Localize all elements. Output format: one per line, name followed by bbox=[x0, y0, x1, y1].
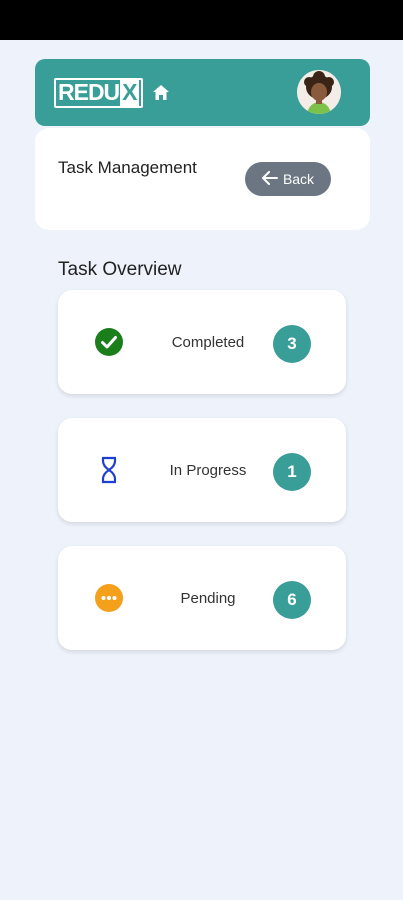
count-badge: 1 bbox=[273, 453, 311, 491]
task-label: Pending bbox=[180, 590, 236, 607]
hourglass-icon bbox=[95, 456, 123, 484]
app-header: REDU X bbox=[35, 59, 370, 126]
task-card-pending[interactable]: Pending 6 bbox=[58, 546, 346, 650]
count-badge: 6 bbox=[273, 581, 311, 619]
task-label: Completed bbox=[171, 334, 245, 351]
page-title: Task Management bbox=[58, 158, 197, 177]
status-bar bbox=[0, 0, 403, 40]
title-card: Task Management Back bbox=[35, 128, 370, 230]
task-label: In Progress bbox=[169, 462, 247, 479]
logo-x: X bbox=[120, 79, 139, 106]
arrow-left-icon bbox=[261, 170, 278, 188]
task-card-completed[interactable]: Completed 3 bbox=[58, 290, 346, 394]
check-circle-icon bbox=[95, 328, 123, 356]
avatar[interactable] bbox=[297, 70, 341, 114]
count-badge: 3 bbox=[273, 325, 311, 363]
task-card-in-progress[interactable]: In Progress 1 bbox=[58, 418, 346, 522]
back-label: Back bbox=[282, 171, 315, 187]
back-button[interactable]: Back bbox=[245, 162, 331, 196]
more-dots-icon bbox=[95, 584, 123, 612]
home-icon[interactable] bbox=[152, 83, 172, 103]
logo-text: REDU bbox=[58, 79, 120, 105]
section-title: Task Overview bbox=[58, 259, 182, 280]
redux-logo[interactable]: REDU X bbox=[54, 77, 143, 108]
